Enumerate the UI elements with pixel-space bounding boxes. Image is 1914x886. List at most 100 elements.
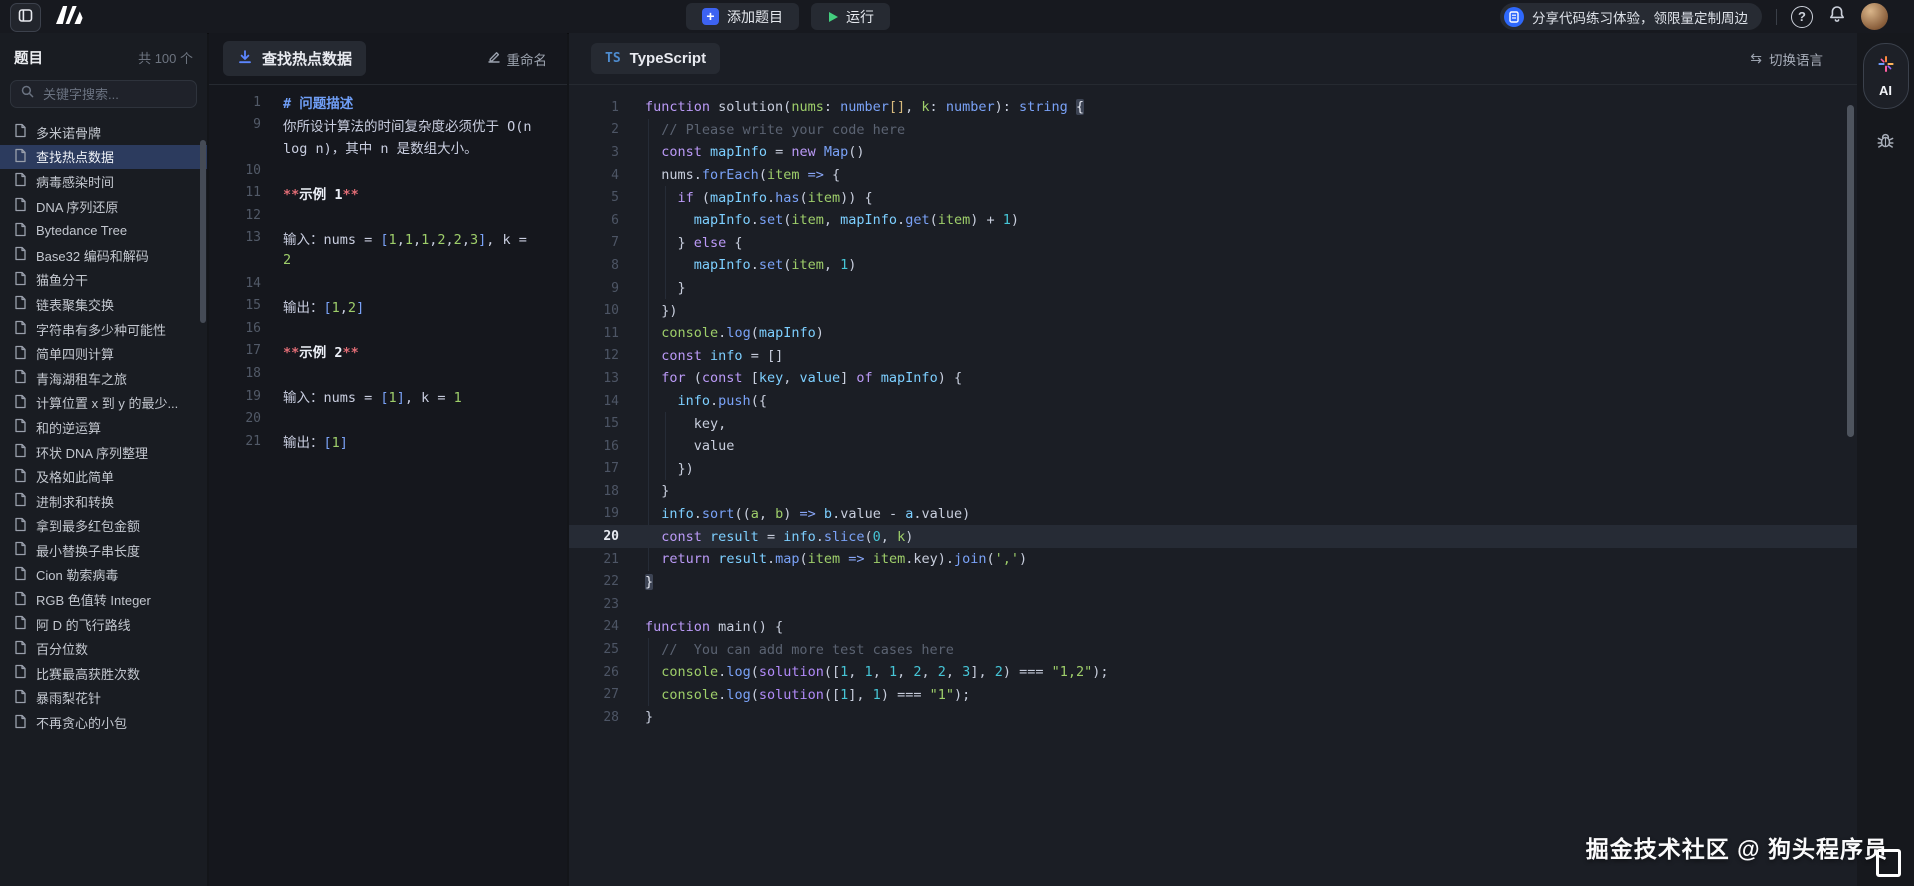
search-input[interactable] <box>41 86 185 103</box>
language-label: TypeScript <box>630 50 706 67</box>
md-row[interactable]: 19输入：nums = [1], k = 1 <box>209 385 567 408</box>
code-line-text: console.log(solution([1], 1) === "1"); <box>645 687 970 703</box>
md-row[interactable]: log n)，其中 n 是数组大小。 <box>209 136 567 159</box>
code-line[interactable]: 22} <box>569 570 1857 593</box>
sidebar-item[interactable]: DNA 序列还原 <box>0 194 207 219</box>
md-row[interactable]: 12 <box>209 204 567 227</box>
search-box[interactable] <box>10 80 197 108</box>
sidebar-item[interactable]: 比赛最高获胜次数 <box>0 661 207 686</box>
code-editor[interactable]: 1function solution(nums: number[], k: nu… <box>569 85 1857 729</box>
code-line-number: 26 <box>569 665 645 680</box>
md-row[interactable]: 14 <box>209 272 567 295</box>
code-line[interactable]: 5 if (mapInfo.has(item)) { <box>569 186 1857 209</box>
code-line[interactable]: 15 key, <box>569 412 1857 435</box>
problem-title-chip[interactable]: 查找热点数据 <box>223 41 366 76</box>
code-line[interactable]: 16 value <box>569 435 1857 458</box>
doc-icon <box>14 197 27 215</box>
sidebar-item[interactable]: 简单四则计算 <box>0 341 207 366</box>
app-window: + 添加题目 运行 分享代码练习体验，领限量定制周边 ? <box>0 0 1914 886</box>
code-line[interactable]: 27 console.log(solution([1], 1) === "1")… <box>569 683 1857 706</box>
sidebar-item[interactable]: 计算位置 x 到 y 的最少... <box>0 391 207 416</box>
code-line[interactable]: 10 }) <box>569 299 1857 322</box>
code-line[interactable]: 19 info.sort((a, b) => b.value - a.value… <box>569 503 1857 526</box>
code-line[interactable]: 13 for (const [key, value] of mapInfo) { <box>569 367 1857 390</box>
sidebar-item[interactable]: 链表聚集交换 <box>0 292 207 317</box>
code-line[interactable]: 25 // You can add more test cases here <box>569 638 1857 661</box>
notification-bell-icon[interactable] <box>1827 4 1847 29</box>
code-line[interactable]: 20 const result = info.slice(0, k) <box>569 525 1857 548</box>
sidebar-item[interactable]: 病毒感染时间 <box>0 169 207 194</box>
code-line[interactable]: 1function solution(nums: number[], k: nu… <box>569 96 1857 119</box>
code-line[interactable]: 7 } else { <box>569 232 1857 255</box>
md-row[interactable]: 18 <box>209 362 567 385</box>
md-row[interactable]: 16 <box>209 317 567 340</box>
sidebar-item-label: 病毒感染时间 <box>36 172 114 191</box>
md-row[interactable]: 2 <box>209 249 567 272</box>
doc-icon <box>14 566 27 584</box>
sidebar-item-label: 暴雨梨花针 <box>36 688 101 707</box>
md-row[interactable]: 10 <box>209 159 567 182</box>
code-line-number: 1 <box>569 100 645 115</box>
code-line[interactable]: 8 mapInfo.set(item, 1) <box>569 254 1857 277</box>
code-line-number: 4 <box>569 168 645 183</box>
markdown-editor[interactable]: 1# 问题描述9你所设计算法的时间复杂度必须优于 O(nlog n)，其中 n … <box>209 85 567 453</box>
sidebar-item[interactable]: 最小替换子串长度 <box>0 538 207 563</box>
sidebar-item[interactable]: Cion 勒索病毒 <box>0 563 207 588</box>
share-banner[interactable]: 分享代码练习体验，领限量定制周边 <box>1500 3 1762 30</box>
run-button[interactable]: 运行 <box>811 3 890 30</box>
md-row[interactable]: 11**示例 1** <box>209 181 567 204</box>
code-line[interactable]: 23 <box>569 593 1857 616</box>
code-line[interactable]: 26 console.log(solution([1, 1, 1, 2, 2, … <box>569 661 1857 684</box>
md-row[interactable]: 13输入：nums = [1,1,1,2,2,3], k = <box>209 227 567 250</box>
sidebar-item[interactable]: 猫鱼分干 <box>0 268 207 293</box>
rename-button[interactable]: 重命名 <box>487 49 548 69</box>
code-line-number: 20 <box>569 529 645 544</box>
sidebar-item[interactable]: 拿到最多红包金额 <box>0 514 207 539</box>
code-line[interactable]: 3 const mapInfo = new Map() <box>569 141 1857 164</box>
language-tab[interactable]: TS TypeScript <box>591 43 720 74</box>
sidebar-item[interactable]: 百分位数 <box>0 636 207 661</box>
md-row[interactable]: 15输出：[1,2] <box>209 294 567 317</box>
code-line[interactable]: 14 info.push({ <box>569 390 1857 413</box>
code-line[interactable]: 4 nums.forEach(item => { <box>569 164 1857 187</box>
ai-assistant-button[interactable]: AI <box>1863 43 1909 109</box>
md-row[interactable]: 1# 问题描述 <box>209 91 567 114</box>
code-line-number: 22 <box>569 574 645 589</box>
sidebar-item[interactable]: 多米诺骨牌 <box>0 120 207 145</box>
sidebar-item[interactable]: 和的逆运算 <box>0 415 207 440</box>
code-line[interactable]: 28} <box>569 706 1857 729</box>
sidebar-item[interactable]: 环状 DNA 序列整理 <box>0 440 207 465</box>
add-problem-button[interactable]: + 添加题目 <box>686 3 799 30</box>
code-line[interactable]: 11 console.log(mapInfo) <box>569 322 1857 345</box>
code-line[interactable]: 17 }) <box>569 458 1857 481</box>
sidebar-item[interactable]: 暴雨梨花针 <box>0 686 207 711</box>
code-line[interactable]: 9 } <box>569 277 1857 300</box>
sidebar-item[interactable]: Bytedance Tree <box>0 218 207 243</box>
sidebar-item[interactable]: 不再贪心的小包 <box>0 710 207 735</box>
sidebar-item[interactable]: 青海湖租车之旅 <box>0 366 207 391</box>
code-line[interactable]: 18 } <box>569 480 1857 503</box>
sidebar-item[interactable]: RGB 色值转 Integer <box>0 587 207 612</box>
md-row[interactable]: 21输出：[1] <box>209 430 567 453</box>
debug-button[interactable] <box>1874 131 1898 157</box>
code-line[interactable]: 2 // Please write your code here <box>569 119 1857 142</box>
sidebar-item[interactable]: Base32 编码和解码 <box>0 243 207 268</box>
help-icon[interactable]: ? <box>1791 6 1813 28</box>
switch-language-button[interactable]: ⇆ 切换语言 <box>1750 49 1823 69</box>
sidebar-scrollbar[interactable] <box>200 140 206 323</box>
md-row[interactable]: 17**示例 2** <box>209 340 567 363</box>
user-avatar[interactable] <box>1861 3 1888 30</box>
code-line[interactable]: 24function main() { <box>569 616 1857 639</box>
sidebar-item[interactable]: 进制求和转换 <box>0 489 207 514</box>
code-line[interactable]: 6 mapInfo.set(item, mapInfo.get(item) + … <box>569 209 1857 232</box>
sidebar-item[interactable]: 查找热点数据 <box>0 145 207 170</box>
code-line[interactable]: 12 const info = [] <box>569 345 1857 368</box>
md-row[interactable]: 20 <box>209 407 567 430</box>
sidebar-item[interactable]: 阿 D 的飞行路线 <box>0 612 207 637</box>
code-line[interactable]: 21 return result.map(item => item.key).j… <box>569 548 1857 571</box>
sidebar-item[interactable]: 及格如此简单 <box>0 464 207 489</box>
sidebar-item[interactable]: 字符串有多少种可能性 <box>0 317 207 342</box>
marscode-logo-icon[interactable] <box>53 4 85 31</box>
md-row[interactable]: 9你所设计算法的时间复杂度必须优于 O(n <box>209 114 567 137</box>
sidebar-toggle-button[interactable] <box>10 3 41 32</box>
